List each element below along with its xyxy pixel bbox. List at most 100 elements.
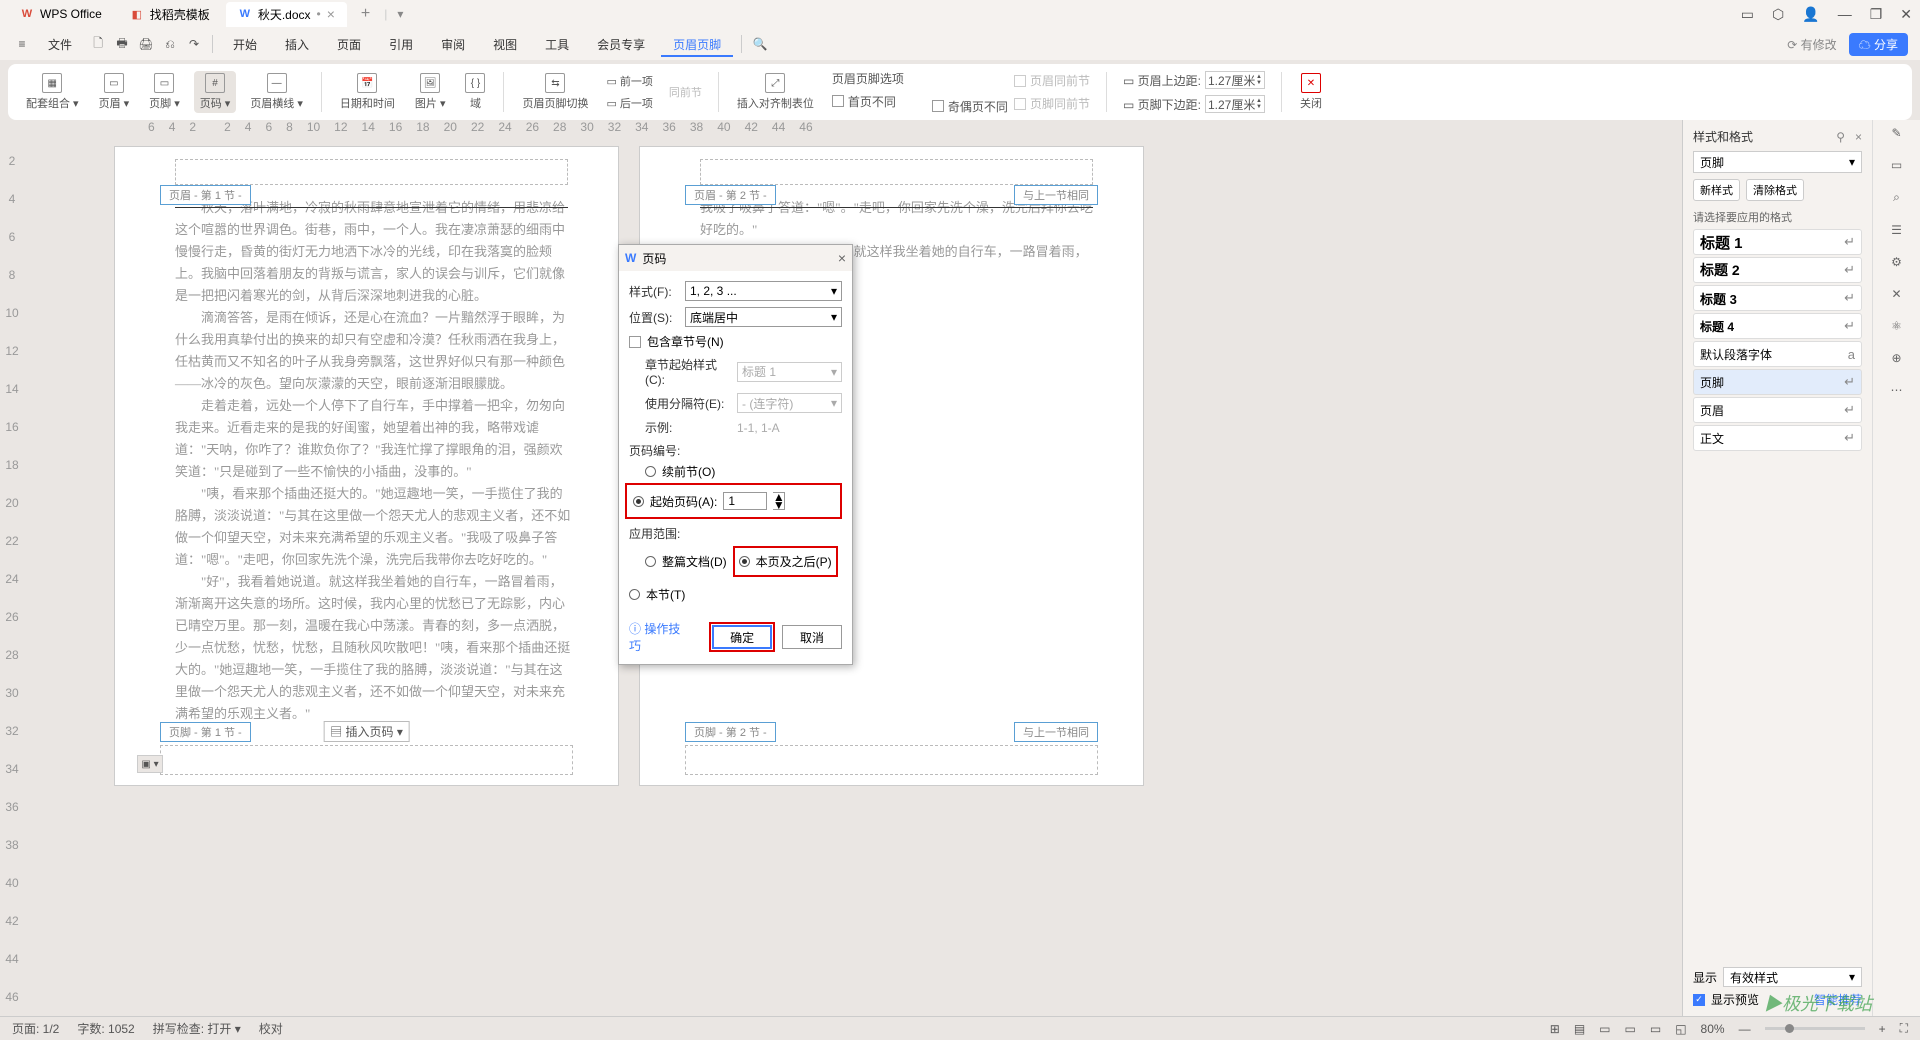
close-tab-icon[interactable]: ×	[327, 6, 335, 22]
header-line-button[interactable]: —页眉横线 ▾	[244, 71, 309, 113]
style-item[interactable]: 标题 3↵	[1693, 285, 1862, 311]
hamburger-icon[interactable]: ≡	[12, 34, 32, 54]
clear-format-button[interactable]: 清除格式	[1746, 179, 1804, 201]
add-tab-button[interactable]: +	[351, 5, 380, 23]
tab-view[interactable]: 视图	[481, 32, 529, 57]
view-icon-1[interactable]: ⊞	[1550, 1022, 1560, 1036]
next-button[interactable]: ▭ 后一项	[602, 94, 656, 112]
start-at-radio[interactable]: 起始页码(A): 1 ▲▼	[633, 492, 834, 510]
select-icon[interactable]: ▭	[1891, 158, 1902, 172]
start-at-spinner[interactable]: ▲▼	[773, 492, 785, 510]
document-tab[interactable]: W 秋天.docx • ×	[226, 2, 347, 27]
continue-radio[interactable]: 续前节(O)	[645, 463, 842, 480]
style-item[interactable]: 默认段落字体a	[1693, 341, 1862, 367]
tab-start[interactable]: 开始	[221, 32, 269, 57]
layout-combo-button[interactable]: ▦配套组合 ▾	[20, 71, 85, 113]
insert-page-number-button[interactable]: ▤ 插入页码 ▾	[323, 721, 410, 742]
edit-icon[interactable]: ✎	[1891, 126, 1901, 140]
style-item[interactable]: 标题 4↵	[1693, 313, 1862, 339]
start-at-input[interactable]: 1	[723, 492, 767, 510]
range-section-radio[interactable]: 本节(T)	[629, 586, 685, 603]
style-item[interactable]: 页眉↵	[1693, 397, 1862, 423]
spellcheck-status[interactable]: 拼写检查: 打开 ▾	[153, 1020, 241, 1037]
zoom-value[interactable]: 80%	[1701, 1022, 1725, 1036]
close-panel-icon[interactable]: ×	[1855, 130, 1862, 144]
footer-box[interactable]	[160, 745, 573, 775]
file-menu[interactable]: 文件	[36, 32, 84, 57]
more-icon[interactable]: ⚛	[1891, 319, 1902, 333]
tab-tools[interactable]: 工具	[533, 32, 581, 57]
tab-review[interactable]: 审阅	[429, 32, 477, 57]
tab-reference[interactable]: 引用	[377, 32, 425, 57]
header-box[interactable]	[175, 159, 568, 185]
search-icon[interactable]: 🔍	[750, 34, 770, 54]
app-tab[interactable]: W WPS Office	[8, 3, 114, 25]
style-item[interactable]: 正文↵	[1693, 425, 1862, 451]
page-number-button[interactable]: #页码 ▾	[194, 71, 237, 113]
fullscreen-button[interactable]: ⛶	[1900, 1021, 1908, 1036]
word-count[interactable]: 字数: 1052	[77, 1020, 134, 1037]
style-item[interactable]: 标题 1↵	[1693, 229, 1862, 255]
dialog-titlebar[interactable]: W 页码 ×	[619, 245, 852, 271]
cube-icon[interactable]: ⬡	[1772, 6, 1784, 23]
multiwindow-icon[interactable]: ▭	[1741, 6, 1754, 23]
range-whole-doc-radio[interactable]: 整篇文档(D)	[645, 553, 727, 570]
tips-link[interactable]: ⓘ 操作技巧	[629, 620, 692, 654]
style-select[interactable]: 1, 2, 3 ...▾	[685, 281, 842, 301]
include-chapter-check[interactable]: 包含章节号(N)	[629, 333, 842, 350]
close-hf-button[interactable]: ✕关闭	[1294, 71, 1328, 113]
view-icon-4[interactable]: ▭	[1625, 1022, 1636, 1036]
footer-margin-input[interactable]: 1.27厘米▲▼	[1205, 95, 1265, 113]
footer-box[interactable]	[685, 745, 1098, 775]
print-preview-icon[interactable]: 🖶	[112, 34, 132, 54]
minimize-button[interactable]: —	[1838, 6, 1852, 22]
zoom-icon[interactable]: ⌕	[1893, 190, 1900, 205]
pin-icon[interactable]: ⚲	[1836, 130, 1845, 144]
view-icon-6[interactable]: ◱	[1675, 1022, 1686, 1036]
help-icon[interactable]: ⊕	[1891, 351, 1901, 365]
user-avatar-icon[interactable]: 👤	[1802, 6, 1819, 23]
maximize-button[interactable]: ❐	[1870, 6, 1883, 23]
datetime-button[interactable]: 📅日期和时间	[334, 71, 401, 113]
template-tab[interactable]: ◧ 找稻壳模板	[118, 2, 222, 27]
undo-icon[interactable]: ⎌	[160, 34, 180, 54]
proof-status[interactable]: 校对	[259, 1020, 283, 1037]
dialog-close-button[interactable]: ×	[838, 250, 846, 266]
tab-headerfooter[interactable]: 页眉页脚	[661, 32, 733, 57]
share-button[interactable]: ☁ 分享	[1849, 33, 1908, 56]
settings-icon[interactable]: ⚙	[1891, 255, 1902, 269]
tab-page[interactable]: 页面	[325, 32, 373, 57]
zoom-out-button[interactable]: —	[1739, 1022, 1751, 1036]
ok-button[interactable]: 确定	[712, 625, 772, 649]
display-select[interactable]: 有效样式▾	[1723, 967, 1862, 987]
prev-button[interactable]: ▭ 前一项	[602, 72, 656, 90]
style-item[interactable]: 页脚↵	[1693, 369, 1862, 395]
outline-icon[interactable]: ☰	[1891, 223, 1902, 237]
view-icon-2[interactable]: ▤	[1574, 1022, 1585, 1036]
view-icon-3[interactable]: ▭	[1599, 1022, 1610, 1036]
header-box[interactable]	[700, 159, 1093, 185]
print-icon[interactable]: 🖨	[136, 34, 156, 54]
redo-icon[interactable]: ↷	[184, 34, 204, 54]
changes-badge[interactable]: ⟳ 有修改	[1787, 36, 1836, 53]
hf-options-button[interactable]: 页眉页脚选项	[828, 69, 1012, 88]
ellipsis-icon[interactable]: ⋯	[1891, 383, 1903, 397]
tab-vip[interactable]: 会员专享	[585, 32, 657, 57]
zoom-in-button[interactable]: +	[1879, 1022, 1886, 1036]
tools-icon[interactable]: ✕	[1891, 287, 1901, 301]
style-item[interactable]: 标题 2↵	[1693, 257, 1862, 283]
tab-list-button[interactable]: ▾	[391, 7, 409, 21]
picture-button[interactable]: 🖼图片 ▾	[409, 71, 452, 113]
current-style-select[interactable]: 页脚▾	[1693, 151, 1862, 173]
show-preview-check[interactable]: ✓显示预览 智能推荐	[1693, 991, 1862, 1008]
odd-even-diff-check[interactable]: 奇偶页不同	[928, 97, 1012, 116]
position-select[interactable]: 底端居中▾	[685, 307, 842, 327]
page-indicator[interactable]: 页面: 1/2	[12, 1020, 59, 1037]
view-icon-5[interactable]: ▭	[1650, 1022, 1661, 1036]
switch-hf-button[interactable]: ⇆页眉页脚切换	[516, 71, 594, 113]
cancel-button[interactable]: 取消	[782, 625, 842, 649]
field-button[interactable]: { }域	[459, 71, 491, 113]
new-window-button[interactable]: ▣ ▾	[137, 755, 163, 773]
range-from-page-radio[interactable]: 本页及之后(P)	[739, 553, 832, 570]
zoom-slider[interactable]	[1765, 1027, 1865, 1030]
